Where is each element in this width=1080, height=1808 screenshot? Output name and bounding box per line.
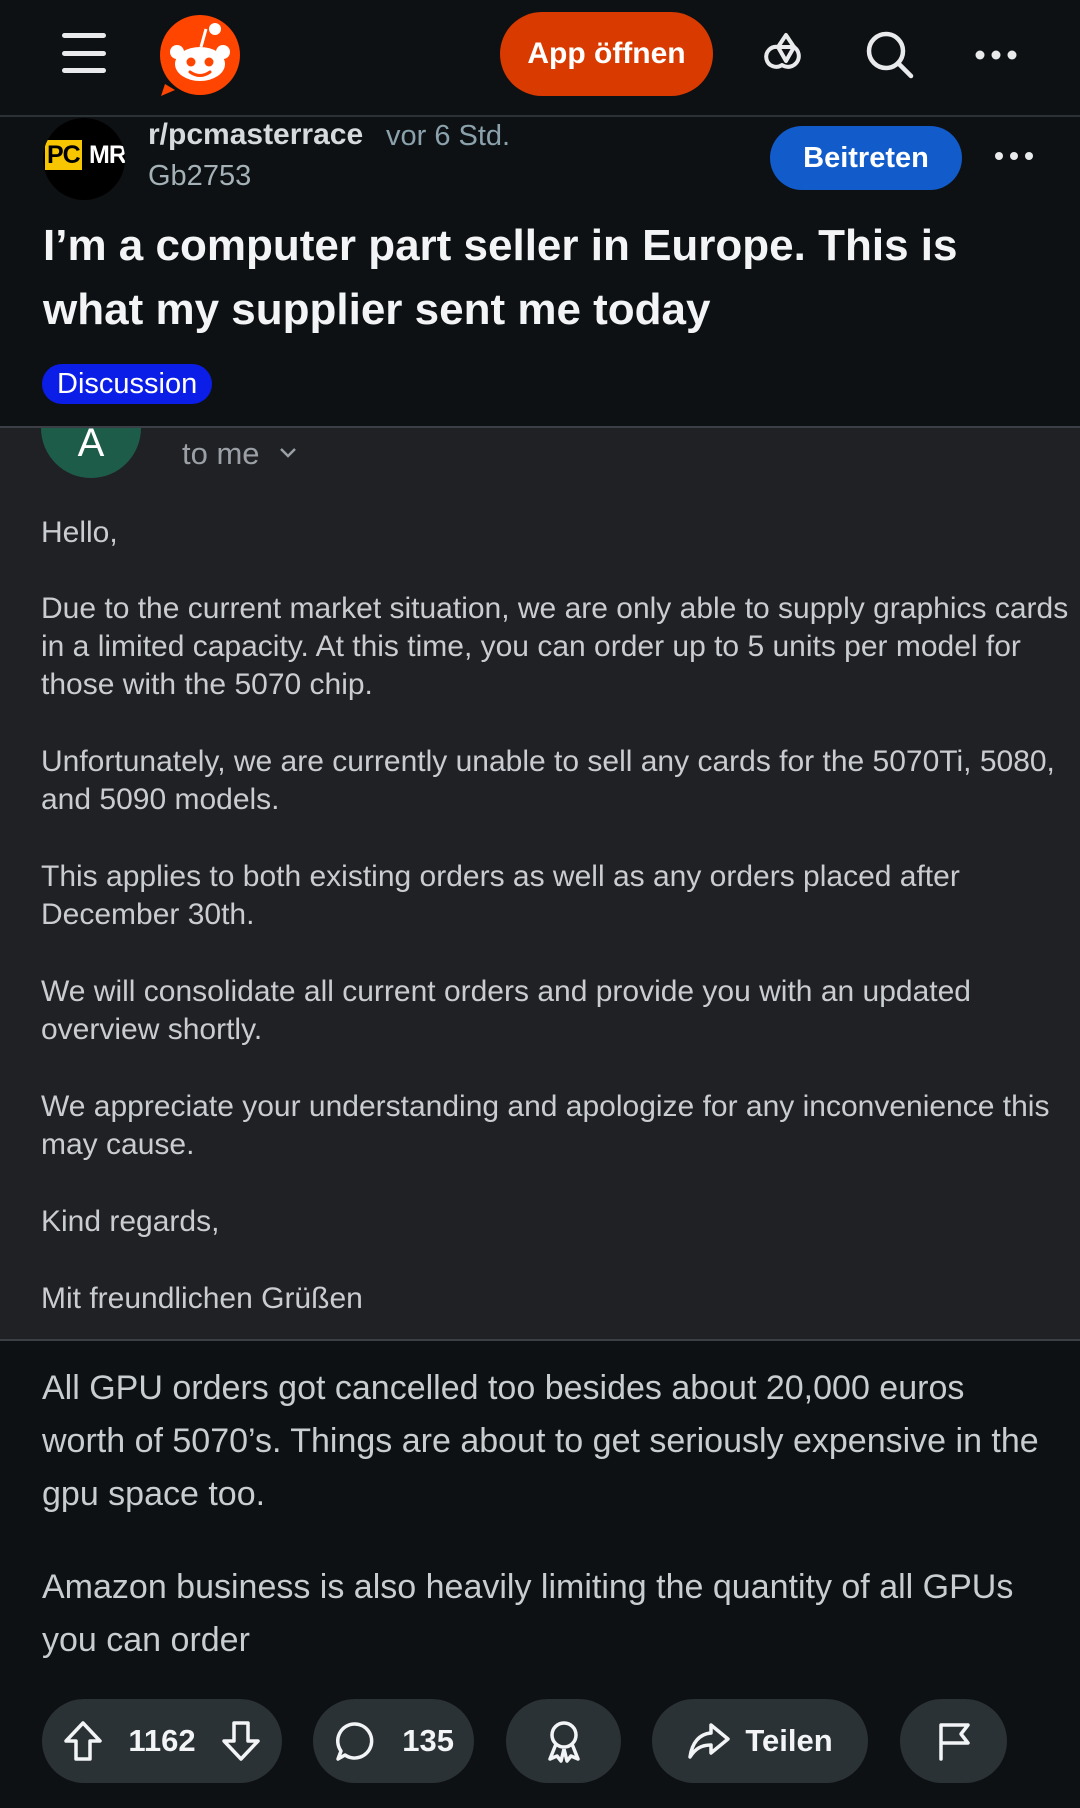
share-label: Teilen (745, 1723, 833, 1758)
post-author[interactable]: Gb2753 (148, 160, 251, 193)
chevron-down-icon (280, 448, 296, 458)
email-paragraph: Mit freundlichen Grüßen (41, 1282, 363, 1315)
open-app-button[interactable]: App öffnen (500, 12, 713, 96)
more-icon[interactable] (970, 29, 1022, 81)
join-button[interactable]: Beitreten (770, 126, 962, 190)
email-paragraph: We will consolidate all current orders a… (41, 975, 971, 1046)
avatar-text-pc: PC (45, 140, 82, 170)
upvote-icon[interactable] (62, 1719, 104, 1763)
post-image[interactable]: A to me Hello, Due to the current market… (0, 426, 1080, 1341)
body-paragraph: Amazon business is also heavily limiting… (42, 1568, 1014, 1659)
subreddit-name[interactable]: r/pcmasterrace (148, 118, 363, 152)
post-body: All GPU orders got cancelled too besides… (42, 1362, 1052, 1707)
to-me-label: to me (182, 436, 260, 471)
reddit-logo[interactable] (157, 12, 243, 98)
email-paragraph: Unfortunately, we are currently unable t… (41, 745, 1055, 816)
body-paragraph: All GPU orders got cancelled too besides… (42, 1369, 1039, 1513)
vote-bar: 1162 (42, 1699, 282, 1783)
downvote-icon[interactable] (220, 1719, 262, 1763)
sender-avatar: A (41, 428, 141, 478)
comments-button[interactable]: 135 (313, 1699, 474, 1783)
post-title[interactable]: I’m a computer part seller in Europe. Th… (43, 214, 1043, 342)
answers-icon[interactable] (760, 29, 812, 81)
share-button[interactable]: Teilen (652, 1699, 868, 1783)
share-icon (688, 1723, 731, 1759)
award-button[interactable] (506, 1699, 621, 1783)
vote-count: 1162 (128, 1723, 196, 1758)
award-icon (547, 1721, 580, 1763)
email-paragraph: Hello, (41, 516, 118, 549)
email-paragraph: This applies to both existing orders as … (41, 860, 960, 931)
menu-icon[interactable] (62, 33, 106, 73)
top-bar: App öffnen (0, 0, 1080, 117)
email-paragraph: Kind regards, (41, 1205, 220, 1238)
post-more-icon[interactable] (992, 142, 1036, 170)
comment-icon (336, 1722, 374, 1761)
email-paragraph: Due to the current market situation, we … (41, 592, 1069, 701)
comment-count: 135 (402, 1723, 454, 1758)
flag-icon (938, 1723, 970, 1761)
email-paragraph: We appreciate your understanding and apo… (41, 1090, 1050, 1161)
search-icon[interactable] (864, 29, 916, 81)
email-body: Hello, Due to the current market situati… (41, 514, 1071, 1339)
report-button[interactable] (900, 1699, 1007, 1783)
avatar-text-mr: MR (89, 141, 125, 169)
subreddit-avatar[interactable]: PC MR (43, 118, 125, 200)
post-time: vor 6 Std. (386, 120, 511, 152)
post-flair[interactable]: Discussion (42, 364, 213, 404)
